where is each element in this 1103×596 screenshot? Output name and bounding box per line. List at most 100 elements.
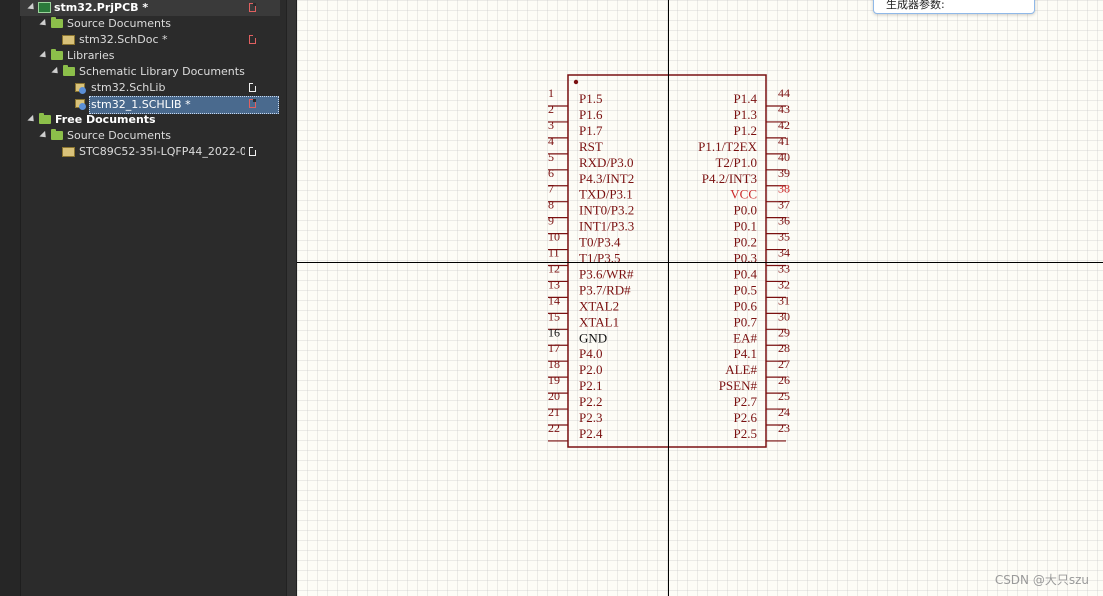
pin-name: T1/P3.5 bbox=[579, 251, 621, 266]
tree-item-label: stm32.SchLib bbox=[91, 81, 166, 94]
collapse-arrow-icon[interactable] bbox=[27, 2, 37, 13]
folder-icon bbox=[51, 49, 63, 60]
tree-item-free-doc[interactable]: STC89C52-35I-LQFP44_2022-05-1 bbox=[20, 144, 280, 160]
pin-name: PSEN# bbox=[719, 378, 758, 393]
pin-name: P2.5 bbox=[734, 426, 757, 441]
collapse-arrow-icon[interactable] bbox=[27, 114, 37, 125]
modified-document-icon bbox=[249, 35, 256, 44]
tree-item-schdoc[interactable]: stm32.SchDoc * bbox=[20, 32, 280, 48]
tree-item-project[interactable]: stm32.PrjPCB * bbox=[20, 0, 280, 16]
pin-number: 44 bbox=[778, 86, 790, 100]
tree-item-free-documents[interactable]: Free Documents bbox=[20, 112, 280, 128]
pin-name: P2.3 bbox=[579, 410, 602, 425]
pin-name: P2.2 bbox=[579, 394, 602, 409]
pin-name: P0.1 bbox=[734, 219, 757, 234]
pin-number: 18 bbox=[548, 357, 560, 371]
pin-name: INT1/P3.3 bbox=[579, 219, 634, 234]
pin-number: 25 bbox=[778, 389, 790, 403]
pin-name: P0.2 bbox=[734, 235, 757, 250]
pin-number: 9 bbox=[548, 214, 554, 228]
pin-name: RXD/P3.0 bbox=[579, 155, 634, 170]
pin-number: 29 bbox=[778, 325, 790, 339]
pin-name: P1.7 bbox=[579, 123, 603, 138]
generator-params-popup: 生成器参数: bbox=[873, 0, 1035, 14]
panel-splitter[interactable] bbox=[286, 0, 297, 596]
tree-item-label: Free Documents bbox=[55, 113, 156, 126]
component-symbol[interactable]: 1 P1.5 2 P1.6 3 P1.7 4 RST 5 RXD/P3.0 6 P4.3/INT2 7 T… bbox=[297, 0, 1103, 596]
schematic-library-icon bbox=[75, 82, 87, 94]
pin-number: 23 bbox=[778, 421, 790, 435]
pin-name: P0.3 bbox=[734, 251, 757, 266]
tree-item-free-source-documents[interactable]: Source Documents bbox=[20, 128, 280, 144]
pin-number: 7 bbox=[548, 182, 554, 196]
collapse-arrow-icon[interactable] bbox=[51, 66, 61, 77]
pin-name: ALE# bbox=[725, 362, 757, 377]
pin-number: 19 bbox=[548, 373, 560, 387]
pin-name: P0.7 bbox=[734, 314, 758, 329]
pin-number: 35 bbox=[778, 230, 790, 244]
collapse-arrow-icon[interactable] bbox=[39, 50, 49, 61]
pin-name: P4.3/INT2 bbox=[579, 171, 634, 186]
tree-item-label: Source Documents bbox=[67, 129, 171, 142]
tree-item-schematic-library-documents[interactable]: Schematic Library Documents bbox=[20, 64, 280, 80]
pin-number: 2 bbox=[548, 102, 554, 116]
pin-name: P2.7 bbox=[734, 394, 758, 409]
pin-number: 8 bbox=[548, 198, 554, 212]
pin-name: P1.3 bbox=[734, 107, 757, 122]
pin-number: 37 bbox=[778, 198, 790, 212]
pin-name: P4.0 bbox=[579, 346, 602, 361]
pin-name: P4.1 bbox=[734, 346, 757, 361]
collapse-arrow-icon[interactable] bbox=[39, 18, 49, 29]
tree-item-label: STC89C52-35I-LQFP44_2022-05-1 bbox=[79, 145, 245, 158]
pin-name: P0.5 bbox=[734, 282, 757, 297]
folder-icon bbox=[51, 17, 63, 28]
tree-item-schlib-1[interactable]: stm32_1.SCHLIB * bbox=[20, 96, 280, 114]
pin-number: 27 bbox=[778, 357, 790, 371]
pin-name: P1.2 bbox=[734, 123, 757, 138]
pin-name: P3.7/RD# bbox=[579, 282, 631, 297]
pin-name: VCC bbox=[730, 187, 757, 202]
tree-item-schlib[interactable]: stm32.SchLib bbox=[20, 80, 280, 96]
panel-side-strip bbox=[0, 0, 21, 596]
document-icon bbox=[249, 147, 256, 156]
schematic-library-canvas[interactable]: 1 P1.5 2 P1.6 3 P1.7 4 RST 5 RXD/P3.0 6 P4.3/INT2 7 T… bbox=[297, 0, 1103, 596]
pin-name: P2.4 bbox=[579, 426, 603, 441]
pin-number: 42 bbox=[778, 118, 790, 132]
pin-number: 36 bbox=[778, 214, 790, 228]
pin-number: 32 bbox=[778, 277, 790, 291]
pin-number: 16 bbox=[548, 325, 560, 339]
pin-number: 41 bbox=[778, 134, 790, 148]
pin-number: 20 bbox=[548, 389, 560, 403]
tree-item-source-documents[interactable]: Source Documents bbox=[20, 16, 280, 32]
tree-item-label: Source Documents bbox=[67, 17, 171, 30]
pin-number: 3 bbox=[548, 118, 554, 132]
tree-item-label: Schematic Library Documents bbox=[79, 65, 245, 78]
tree-item-libraries[interactable]: Libraries bbox=[20, 48, 280, 64]
pin-name: P0.6 bbox=[734, 298, 758, 313]
pin-name: EA# bbox=[733, 330, 757, 345]
folder-icon bbox=[51, 129, 63, 140]
pin-name: P2.0 bbox=[579, 362, 602, 377]
pin-number: 14 bbox=[548, 293, 560, 307]
pin-name: P3.6/WR# bbox=[579, 266, 634, 281]
pin-name: P0.4 bbox=[734, 266, 758, 281]
tree-item-label: Libraries bbox=[67, 49, 115, 62]
pin-name: TXD/P3.1 bbox=[579, 187, 633, 202]
pin-number: 1 bbox=[548, 86, 554, 100]
pin-name: GND bbox=[579, 330, 607, 345]
document-icon bbox=[249, 83, 256, 92]
pin-name: RST bbox=[579, 139, 603, 154]
crosshair-horizontal bbox=[297, 262, 1103, 263]
modified-document-icon bbox=[249, 3, 256, 12]
pin-number: 38 bbox=[778, 182, 790, 196]
pin-name: P1.4 bbox=[734, 91, 758, 106]
pin-number: 12 bbox=[548, 261, 560, 275]
folder-icon bbox=[63, 65, 75, 76]
pin-name: P1.5 bbox=[579, 91, 602, 106]
pin-number: 26 bbox=[778, 373, 790, 387]
pin-number: 17 bbox=[548, 341, 560, 355]
collapse-arrow-icon[interactable] bbox=[39, 130, 49, 141]
pin-number: 30 bbox=[778, 309, 790, 323]
pin-number: 5 bbox=[548, 150, 554, 164]
pin-name: XTAL1 bbox=[579, 314, 619, 329]
